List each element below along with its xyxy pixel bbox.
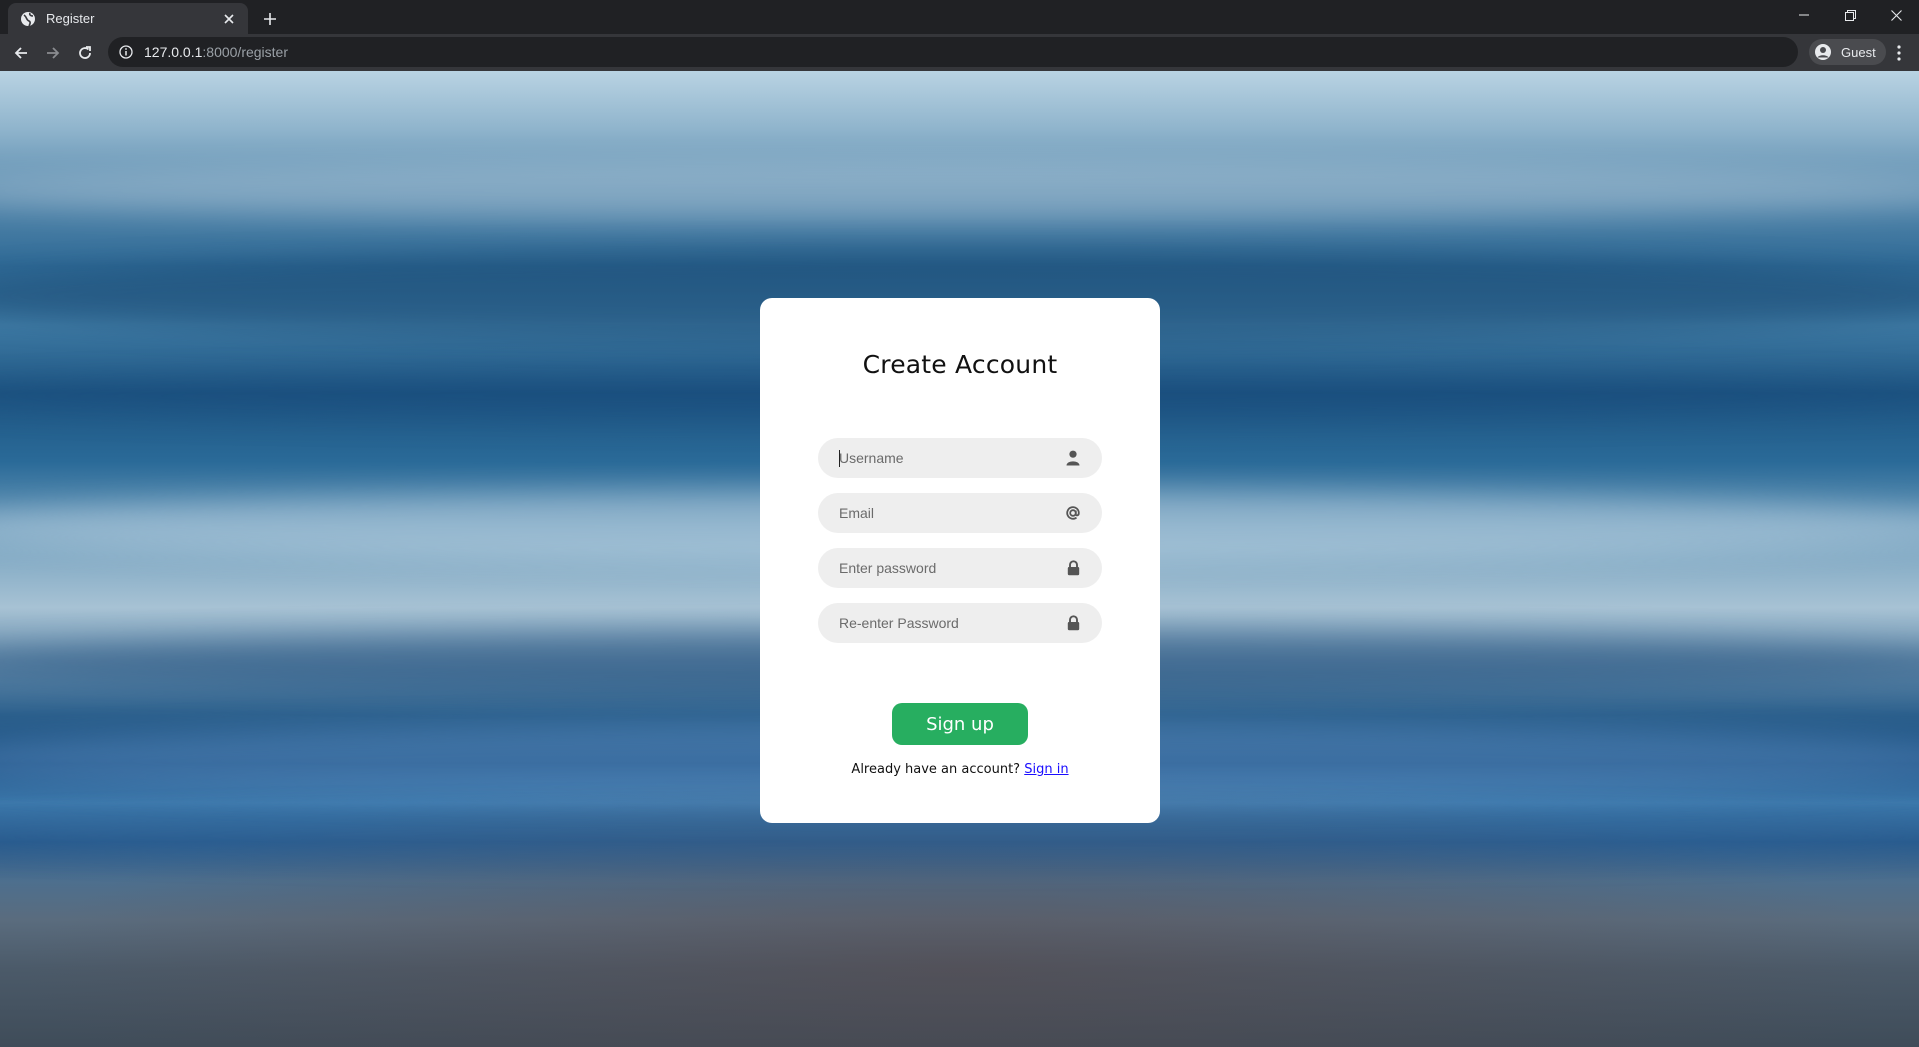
address-bar[interactable]: 127.0.0.1:8000/register — [108, 37, 1798, 67]
back-button[interactable] — [8, 40, 34, 66]
browser-tab[interactable]: Register — [8, 3, 248, 34]
ocean-background-wave — [0, 161, 1919, 221]
user-icon — [1064, 449, 1082, 467]
browser-toolbar: 127.0.0.1:8000/register Guest — [0, 34, 1919, 71]
profile-button[interactable]: Guest — [1809, 39, 1886, 65]
restore-button[interactable] — [1827, 0, 1873, 30]
at-sign-icon — [1064, 504, 1082, 522]
password-field-wrapper — [818, 548, 1102, 588]
browser-menu-button[interactable] — [1888, 40, 1910, 66]
username-input[interactable] — [818, 438, 1058, 478]
close-tab-icon[interactable] — [220, 10, 238, 28]
tab-title: Register — [46, 11, 95, 26]
lock-icon — [1064, 614, 1082, 632]
signin-prompt-text: Already have an account? — [851, 762, 1021, 777]
confirm-password-field-wrapper — [818, 603, 1102, 643]
url-path: :8000/register — [202, 44, 288, 60]
browser-tab-bar: Register — [0, 0, 1919, 34]
page-viewport: Create Account Sign up — [0, 71, 1919, 1047]
arrow-right-icon — [47, 47, 60, 59]
reload-icon — [79, 46, 91, 59]
signin-prompt-line: Already have an account? Sign in — [760, 762, 1160, 777]
info-icon[interactable] — [118, 44, 134, 60]
sign-in-link[interactable]: Sign in — [1024, 762, 1068, 777]
forward-button[interactable] — [40, 40, 66, 66]
sign-up-button[interactable]: Sign up — [892, 703, 1028, 745]
register-card: Create Account Sign up — [760, 298, 1160, 823]
confirm-password-input[interactable] — [818, 603, 1058, 643]
profile-label: Guest — [1841, 44, 1876, 60]
text-cursor — [839, 450, 840, 467]
password-input[interactable] — [818, 548, 1058, 588]
arrow-left-icon — [14, 47, 27, 59]
email-field-wrapper — [818, 493, 1102, 533]
username-field-wrapper — [818, 438, 1102, 478]
url-host: 127.0.0.1 — [144, 44, 203, 60]
reload-button[interactable] — [72, 40, 98, 66]
minimize-button[interactable] — [1781, 0, 1827, 30]
close-window-button[interactable] — [1873, 0, 1919, 30]
more-vertical-icon — [1897, 45, 1901, 61]
new-tab-button[interactable] — [258, 7, 282, 31]
window-controls — [1781, 0, 1919, 30]
lock-icon — [1064, 559, 1082, 577]
page-title: Create Account — [862, 350, 1058, 379]
globe-icon — [20, 11, 36, 27]
email-input[interactable] — [818, 493, 1058, 533]
avatar-icon — [1813, 42, 1833, 62]
